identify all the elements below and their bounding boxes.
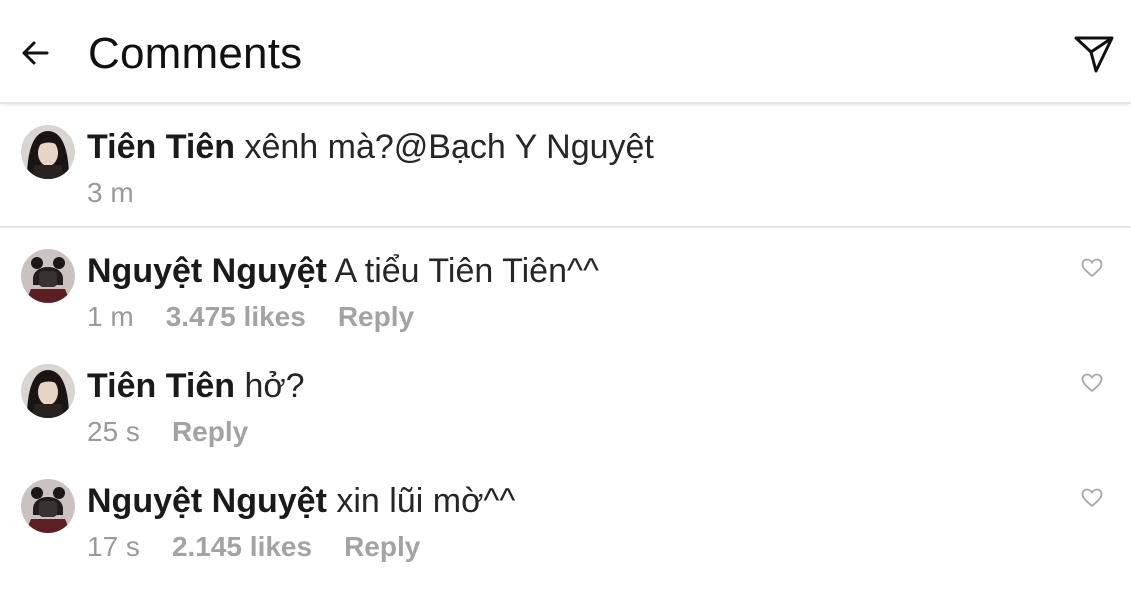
comment-item: Nguyệt Nguyệt xin lũi mờ^^ 17 s 2.145 li… xyxy=(0,458,1131,573)
comment-line: Nguyệt Nguyệt A tiểu Tiên Tiên^^ xyxy=(87,251,599,291)
comment-item: Nguyệt Nguyệt A tiểu Tiên Tiên^^ 1 m 3.4… xyxy=(0,228,1131,343)
comment-line: Tiên Tiên hở? xyxy=(87,366,305,406)
comment-username[interactable]: Tiên Tiên xyxy=(87,367,235,405)
reply-button[interactable]: Reply xyxy=(338,300,414,334)
heart-icon[interactable] xyxy=(1081,488,1103,508)
post-caption: Tiên Tiên xênh mà?@Bạch Y Nguyệt 3 m xyxy=(0,104,1131,228)
heart-icon[interactable] xyxy=(1081,373,1103,393)
comment-text: xin lũi mờ^^ xyxy=(336,482,516,520)
comment-time: 25 s xyxy=(87,416,140,447)
caption-username[interactable]: Tiên Tiên xyxy=(87,128,235,166)
heart-icon[interactable] xyxy=(1081,258,1103,278)
comment-text: hở? xyxy=(244,367,305,405)
comment-time: 17 s xyxy=(87,531,140,562)
comment-text: A tiểu Tiên Tiên^^ xyxy=(334,252,599,290)
reply-button[interactable]: Reply xyxy=(344,530,420,564)
page-title: Comments xyxy=(88,29,303,78)
comment-line: Nguyệt Nguyệt xin lũi mờ^^ xyxy=(87,481,515,521)
comment-username[interactable]: Nguyệt Nguyệt xyxy=(87,252,327,290)
top-app-bar: Comments xyxy=(0,0,1131,104)
caption-line: Tiên Tiên xênh mà?@Bạch Y Nguyệt xyxy=(87,127,654,167)
avatar[interactable] xyxy=(21,364,75,418)
caption-text: xênh mà?@Bạch Y Nguyệt xyxy=(244,128,654,166)
comment-time: 1 m xyxy=(87,301,134,332)
reply-button[interactable]: Reply xyxy=(172,415,248,449)
avatar[interactable] xyxy=(21,125,75,179)
paper-plane-icon[interactable] xyxy=(1072,32,1116,76)
arrow-left-icon[interactable] xyxy=(18,36,52,70)
comment-item: Tiên Tiên hở? 25 s Reply xyxy=(0,343,1131,458)
comment-username[interactable]: Nguyệt Nguyệt xyxy=(87,482,327,520)
caption-time: 3 m xyxy=(87,177,134,208)
comment-meta: 25 s Reply xyxy=(87,415,248,449)
comment-meta: 17 s 2.145 likes Reply xyxy=(87,530,420,564)
like-count[interactable]: 2.145 likes xyxy=(172,530,312,564)
comment-meta: 1 m 3.475 likes Reply xyxy=(87,300,414,334)
caption-meta: 3 m xyxy=(87,176,166,210)
avatar[interactable] xyxy=(21,479,75,533)
avatar[interactable] xyxy=(21,249,75,303)
like-count[interactable]: 3.475 likes xyxy=(166,300,306,334)
